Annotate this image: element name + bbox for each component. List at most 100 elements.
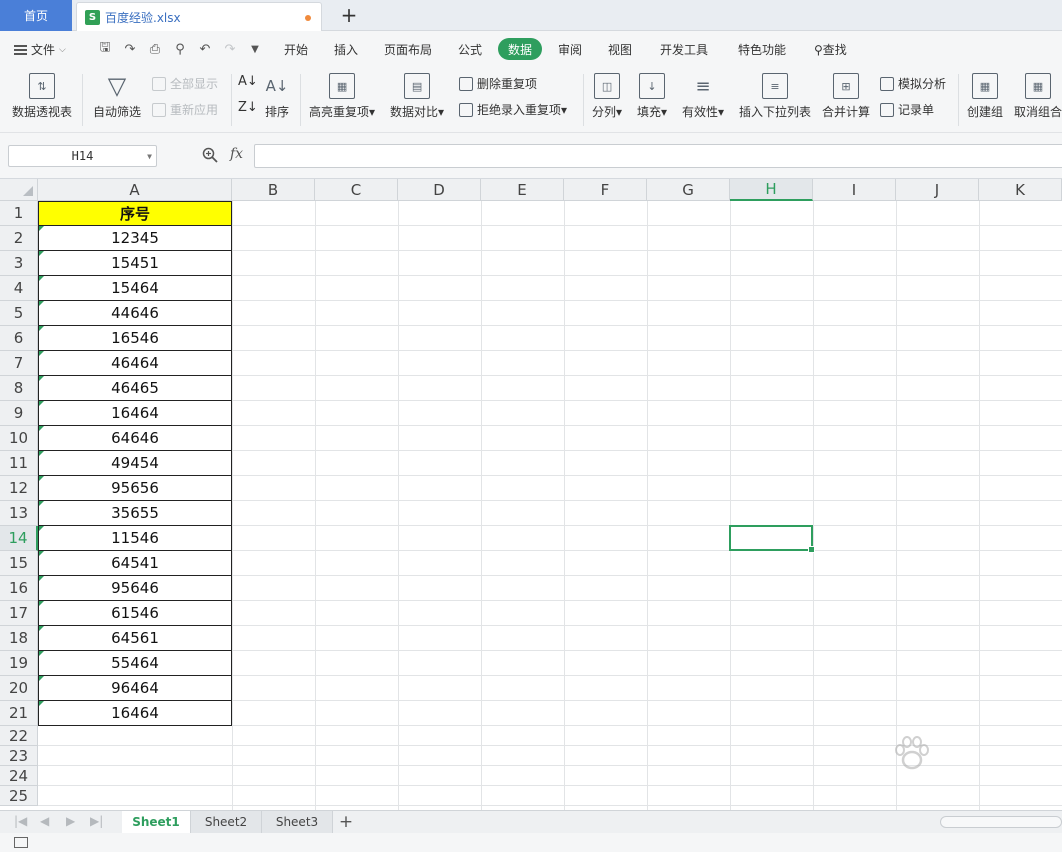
- horizontal-scrollbar[interactable]: [940, 816, 1062, 828]
- column-header-c[interactable]: C: [315, 179, 398, 201]
- row-header-25[interactable]: 25: [0, 786, 38, 806]
- table-cell[interactable]: 64541: [38, 551, 232, 576]
- row-header-12[interactable]: 12: [0, 476, 38, 501]
- cell-a1-header[interactable]: 序号: [38, 201, 232, 226]
- file-menu-button[interactable]: 文件 ⌵: [14, 41, 66, 58]
- row-header-6[interactable]: 6: [0, 326, 38, 351]
- menu-formula[interactable]: 公式: [458, 41, 482, 58]
- row-header-2[interactable]: 2: [0, 226, 38, 251]
- table-cell[interactable]: 15451: [38, 251, 232, 276]
- data-compare-button[interactable]: ▤ 数据对比▾: [390, 73, 444, 120]
- pivot-table-button[interactable]: ⇅ 数据透视表: [12, 73, 72, 120]
- delete-duplicates-button[interactable]: 删除重复项: [459, 75, 537, 92]
- next-sheet-icon[interactable]: ▶: [66, 814, 75, 828]
- menu-developer[interactable]: 开发工具: [660, 41, 708, 58]
- select-all-corner[interactable]: [0, 179, 38, 201]
- file-tab[interactable]: S 百度经验.xlsx: [76, 2, 322, 31]
- what-if-analysis-button[interactable]: 模拟分析: [880, 75, 946, 92]
- row-header-20[interactable]: 20: [0, 676, 38, 701]
- row-header-23[interactable]: 23: [0, 746, 38, 766]
- menu-search[interactable]: ⚲查找: [814, 41, 847, 58]
- row-header-5[interactable]: 5: [0, 301, 38, 326]
- row-header-11[interactable]: 11: [0, 451, 38, 476]
- insert-dropdown-list-button[interactable]: ≡ 插入下拉列表: [739, 73, 811, 120]
- formula-input[interactable]: [254, 144, 1062, 168]
- sort-descending-button[interactable]: Z↓: [238, 100, 258, 115]
- row-header-1[interactable]: 1: [0, 201, 38, 226]
- add-sheet-button[interactable]: +: [337, 811, 355, 833]
- table-cell[interactable]: 15464: [38, 276, 232, 301]
- prev-sheet-icon[interactable]: ◀: [40, 814, 49, 828]
- new-tab-button[interactable]: +: [338, 3, 360, 27]
- sheet-tab-1[interactable]: Sheet1: [122, 811, 191, 833]
- column-header-g[interactable]: G: [647, 179, 730, 201]
- save-icon[interactable]: 🖫: [96, 40, 114, 58]
- table-cell[interactable]: 44646: [38, 301, 232, 326]
- row-header-15[interactable]: 15: [0, 551, 38, 576]
- row-header-3[interactable]: 3: [0, 251, 38, 276]
- table-cell[interactable]: 95656: [38, 476, 232, 501]
- merge-calc-button[interactable]: ⊞ 合并计算: [822, 73, 870, 120]
- reject-duplicates-button[interactable]: 拒绝录入重复项▾: [459, 101, 567, 118]
- row-header-13[interactable]: 13: [0, 501, 38, 526]
- menu-features[interactable]: 特色功能: [738, 41, 786, 58]
- table-cell[interactable]: 16464: [38, 401, 232, 426]
- undo-icon[interactable]: ↶: [196, 40, 214, 58]
- spreadsheet-grid[interactable]: A B C D E F G H I J K 1 2 3 4 5 6 7 8 9 10 11 12 13 14 15 16 17 18 19…: [0, 179, 1062, 810]
- menu-start[interactable]: 开始: [284, 41, 308, 58]
- create-group-button[interactable]: ▦ 创建组: [967, 73, 1003, 120]
- table-cell[interactable]: 64646: [38, 426, 232, 451]
- last-sheet-icon[interactable]: ▶|: [90, 814, 103, 828]
- row-header-18[interactable]: 18: [0, 626, 38, 651]
- table-cell[interactable]: 46465: [38, 376, 232, 401]
- column-header-h[interactable]: H: [730, 179, 813, 201]
- column-header-j[interactable]: J: [896, 179, 979, 201]
- column-header-a[interactable]: A: [38, 179, 232, 201]
- table-cell[interactable]: 16546: [38, 326, 232, 351]
- customize-toolbar-icon[interactable]: ▼: [246, 40, 264, 58]
- table-cell[interactable]: 35655: [38, 501, 232, 526]
- print-preview-icon[interactable]: ⚲: [171, 40, 189, 58]
- table-cell[interactable]: 11546: [38, 526, 232, 551]
- row-header-16[interactable]: 16: [0, 576, 38, 601]
- column-header-e[interactable]: E: [481, 179, 564, 201]
- column-header-k[interactable]: K: [979, 179, 1062, 201]
- menu-insert[interactable]: 插入: [334, 41, 358, 58]
- sort-ascending-button[interactable]: A↓: [238, 74, 258, 89]
- home-tab[interactable]: 首页: [0, 0, 72, 31]
- row-header-24[interactable]: 24: [0, 766, 38, 786]
- menu-page-layout[interactable]: 页面布局: [384, 41, 432, 58]
- fill-button[interactable]: ↓ 填充▾: [637, 73, 667, 120]
- column-header-b[interactable]: B: [232, 179, 315, 201]
- menu-view[interactable]: 视图: [608, 41, 632, 58]
- table-cell[interactable]: 12345: [38, 226, 232, 251]
- sheet-tab-3[interactable]: Sheet3: [262, 811, 333, 833]
- table-cell[interactable]: 16464: [38, 701, 232, 726]
- row-header-9[interactable]: 9: [0, 401, 38, 426]
- redo-icon[interactable]: ↷: [221, 40, 239, 58]
- reapply-button[interactable]: 重新应用: [152, 101, 218, 118]
- sort-button[interactable]: A↓ 排序: [264, 73, 290, 120]
- selected-cell[interactable]: [729, 525, 815, 553]
- first-sheet-icon[interactable]: |◀: [14, 814, 27, 828]
- row-header-4[interactable]: 4: [0, 276, 38, 301]
- autofilter-button[interactable]: ▽ 自动筛选: [93, 72, 141, 120]
- column-header-f[interactable]: F: [564, 179, 647, 201]
- split-column-button[interactable]: ◫ 分列▾: [592, 73, 622, 120]
- table-cell[interactable]: 55464: [38, 651, 232, 676]
- column-header-i[interactable]: I: [813, 179, 896, 201]
- insert-function-button[interactable]: fx: [230, 146, 243, 162]
- export-icon[interactable]: ↷: [121, 40, 139, 58]
- record-form-button[interactable]: 记录单: [880, 101, 934, 118]
- name-box[interactable]: H14 ▼: [8, 145, 157, 167]
- row-header-17[interactable]: 17: [0, 601, 38, 626]
- table-cell[interactable]: 46464: [38, 351, 232, 376]
- table-cell[interactable]: 49454: [38, 451, 232, 476]
- show-all-button[interactable]: 全部显示: [152, 75, 218, 92]
- zoom-icon[interactable]: [202, 147, 218, 163]
- menu-data[interactable]: 数据: [498, 38, 542, 60]
- ungroup-button[interactable]: ▦ 取消组合: [1014, 73, 1062, 120]
- validity-button[interactable]: ≡ 有效性▾: [682, 73, 724, 120]
- row-header-21[interactable]: 21: [0, 701, 38, 726]
- table-cell[interactable]: 61546: [38, 601, 232, 626]
